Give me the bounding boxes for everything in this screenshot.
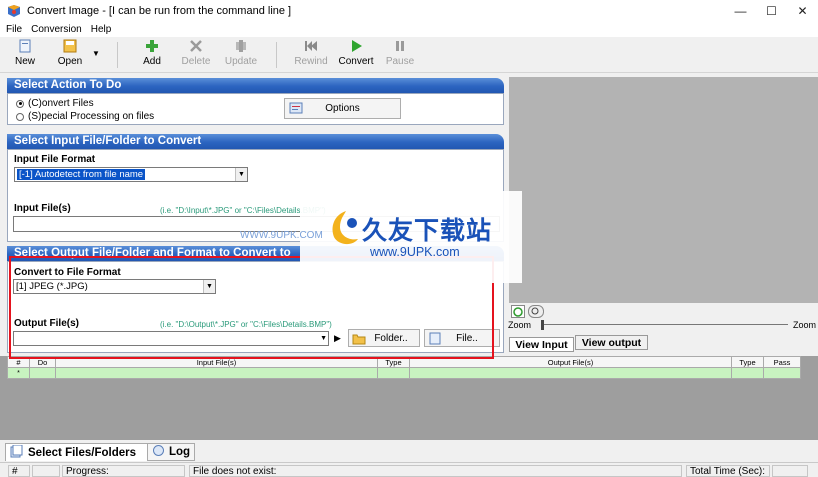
zoom-label-left: Zoom [508,320,532,330]
open-dropdown-icon[interactable]: ▼ [92,49,100,58]
output-files-hint: (i.e. "D:\Output\*.JPG" or "C:\Files\Det… [160,320,332,329]
input-files-label: Input File(s) [14,203,71,214]
input-section-header: Select Input File/Folder to Convert [7,134,504,149]
table-row[interactable]: * [7,368,801,379]
status-progress: Progress: [62,465,185,477]
minimize-button[interactable]: — [725,0,756,22]
status-empty [32,465,60,477]
file-grid: # Do Input File(s) Type Output File(s) T… [0,356,818,440]
window-title: Convert Image - [I can be run from the c… [27,5,292,17]
menu-bar: File Conversion Help [0,22,818,37]
play-arrow-icon[interactable]: ▶ [334,333,341,344]
toolbar-separator [117,42,118,68]
play-icon [349,39,363,53]
new-file-icon [18,39,32,53]
watermark-url: www.9UPK.com [370,245,460,259]
pause-icon [393,39,407,53]
rewind-icon [304,39,318,53]
update-button[interactable]: Update [221,39,261,67]
action-section-header: Select Action To Do [7,78,504,93]
input-format-label: Input File Format [14,154,96,165]
output-files-field[interactable]: ▼ [13,331,329,346]
update-icon [234,39,248,53]
output-format-select[interactable]: [1] JPEG (*.JPG) ▼ [13,279,216,294]
folder-icon [352,332,366,348]
bottom-tabs: Select Files/Folders Log [0,440,818,462]
tab-select-files[interactable]: Select Files/Folders [5,443,148,461]
status-bar: # Progress: File does not exist: Total T… [0,462,818,477]
chevron-down-icon[interactable]: ▼ [320,332,327,345]
file-button[interactable]: File.. [424,329,500,347]
log-icon [152,444,165,460]
input-format-select[interactable]: [-1] Autodetect from file name ▼ [14,167,248,182]
output-files-label: Output File(s) [14,318,79,329]
files-icon [10,444,23,461]
view-output-tab[interactable]: View output [575,335,648,350]
title-bar: Convert Image - [I can be run from the c… [0,0,818,22]
grid-header: # Do Input File(s) Type Output File(s) T… [7,356,801,368]
open-button[interactable]: Open [50,39,90,67]
zoom-label-right: Zoom [793,320,817,330]
maximize-button[interactable]: ☐ [756,0,787,22]
chevron-down-icon: ▼ [235,168,247,181]
chevron-down-icon: ▼ [203,280,215,293]
toolbar: New Open ▼ Add Delete Update Rewind Conv… [0,37,818,73]
options-button[interactable]: Options [284,98,401,119]
delete-x-icon [189,39,203,53]
status-total-time: Total Time (Sec): [686,465,770,477]
add-plus-icon [145,39,159,53]
status-time-value [772,465,808,477]
menu-file[interactable]: File [6,24,22,35]
view-input-tab[interactable]: View Input [509,337,574,352]
convert-button[interactable]: Convert [336,39,376,67]
folder-button[interactable]: Folder.. [348,329,420,347]
menu-conversion[interactable]: Conversion [31,24,82,35]
add-button[interactable]: Add [132,39,172,67]
save-disk-icon [63,39,77,53]
toolbar-separator [276,42,277,68]
watermark: WWW.9UPK.COM 久友下载站 www.9UPK.com [240,191,522,283]
new-button[interactable]: New [5,39,45,67]
file-icon [429,332,441,348]
delete-button[interactable]: Delete [176,39,216,67]
options-icon [289,102,303,119]
action-panel: (C)onvert Files (S)pecial Processing on … [7,93,504,125]
pause-button[interactable]: Pause [380,39,420,67]
special-processing-radio[interactable]: (S)pecial Processing on files [16,111,154,122]
image-preview [509,77,818,303]
zoom-slider-thumb[interactable] [541,320,544,330]
rewind-button[interactable]: Rewind [291,39,331,67]
close-button[interactable]: ✕ [787,0,818,22]
status-message: File does not exist: [189,465,682,477]
menu-help[interactable]: Help [91,24,112,35]
watermark-url-left: WWW.9UPK.COM [240,230,323,241]
app-icon [7,4,21,18]
convert-files-radio[interactable]: (C)onvert Files [16,98,94,109]
status-hash: # [8,465,30,477]
watermark-logo-icon [328,209,364,252]
tab-log[interactable]: Log [147,443,195,461]
rotate-icon[interactable] [511,305,525,318]
zoom-icon[interactable] [528,305,544,318]
zoom-slider[interactable] [543,324,788,325]
watermark-title: 久友下载站 [362,217,493,245]
output-format-label: Convert to File Format [14,267,121,278]
